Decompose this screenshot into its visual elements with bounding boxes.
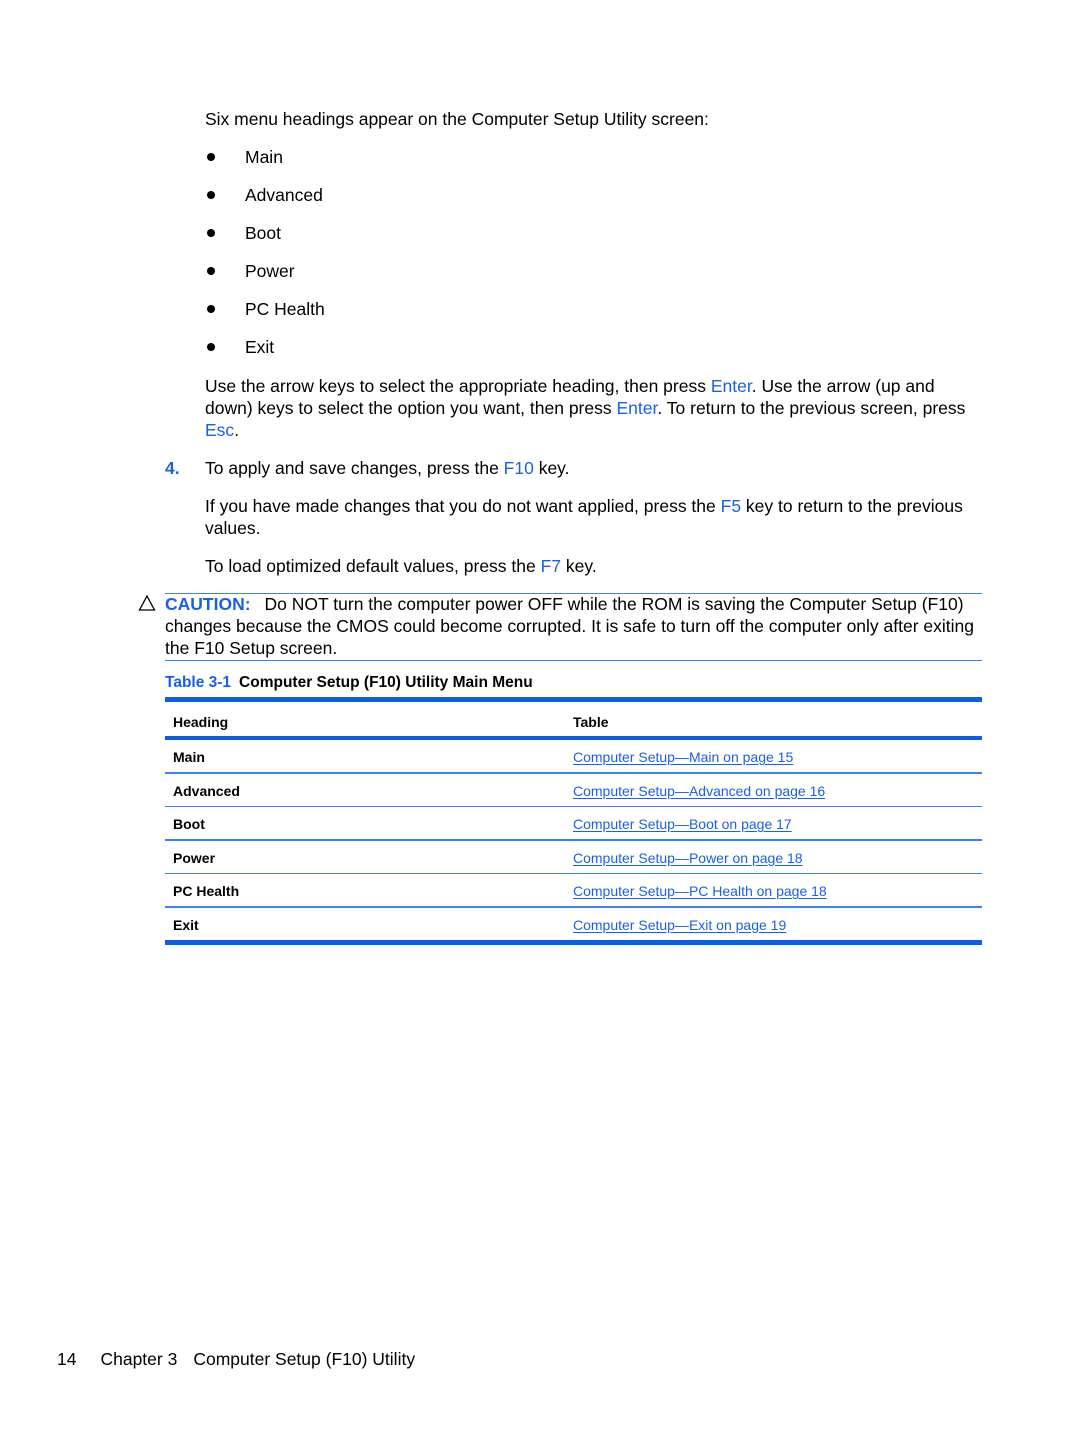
- row-link[interactable]: Computer Setup—PC Health on page 18: [573, 883, 827, 899]
- row-heading: Main: [173, 749, 205, 765]
- table-bottom-rule: [165, 939, 982, 945]
- f5-paragraph: If you have made changes that you do not…: [205, 496, 963, 538]
- table-row: Advanced Computer Setup—Advanced on page…: [165, 774, 982, 806]
- key-f7: F7: [540, 556, 562, 576]
- table-row: Main Computer Setup—Main on page 15: [165, 740, 982, 772]
- caution-label: CAUTION:: [165, 594, 251, 614]
- chapter-title: Computer Setup (F10) Utility: [193, 1349, 416, 1369]
- table-title: Computer Setup (F10) Utility Main Menu: [239, 674, 533, 691]
- row-heading: Advanced: [173, 782, 240, 799]
- row-link[interactable]: Computer Setup—Boot on page 17: [573, 816, 792, 832]
- table-header-row: Heading Table: [165, 702, 982, 736]
- row-link[interactable]: Computer Setup—Exit on page 19: [573, 917, 786, 933]
- arrow-keys-paragraph: Use the arrow keys to select the appropr…: [205, 376, 966, 440]
- row-heading: Power: [173, 849, 216, 866]
- table-row: Power Computer Setup—Power on page 18: [165, 841, 982, 873]
- intro-paragraph: Six menu headings appear on the Computer…: [205, 109, 709, 129]
- step-number: 4.: [165, 458, 180, 478]
- f7-paragraph: To load optimized default values, press …: [205, 556, 597, 576]
- row-link[interactable]: Computer Setup—Main on page 15: [573, 749, 793, 765]
- table-row: Exit Computer Setup—Exit on page 19: [165, 908, 982, 940]
- page-number: 14: [57, 1349, 77, 1369]
- row-heading: Exit: [173, 916, 199, 933]
- row-link[interactable]: Computer Setup—Advanced on page 16: [573, 783, 825, 799]
- row-heading: PC Health: [173, 883, 240, 899]
- table-number: Table 3-1: [165, 674, 232, 691]
- key-f10: F10: [503, 458, 534, 478]
- column-header-heading: Heading: [173, 714, 229, 730]
- key-esc: Esc: [205, 420, 235, 440]
- column-header-table: Table: [573, 714, 609, 730]
- key-f5: F5: [720, 496, 742, 516]
- table-caption: Table 3-1 Computer Setup (F10) Utility Ma…: [165, 674, 533, 692]
- chapter-label: Chapter 3: [100, 1349, 178, 1369]
- table-row: Boot Computer Setup—Boot on page 17: [165, 807, 982, 839]
- warning-triangle-icon: [138, 594, 156, 612]
- row-heading: Boot: [173, 816, 205, 832]
- key-enter: Enter: [616, 398, 658, 418]
- caution-text: CAUTION: Do NOT turn the computer power O…: [165, 594, 975, 658]
- step-4-text: To apply and save changes, press the F10…: [205, 458, 570, 478]
- key-enter: Enter: [710, 376, 752, 396]
- page-footer: 14 Chapter 3 Computer Setup (F10) Utility: [57, 1349, 415, 1370]
- table-row: PC Health Computer Setup—PC Health on pa…: [165, 874, 982, 906]
- main-menu-table: Heading Table Main Computer Setup—Main o…: [165, 697, 982, 945]
- row-link[interactable]: Computer Setup—Power on page 18: [573, 850, 803, 866]
